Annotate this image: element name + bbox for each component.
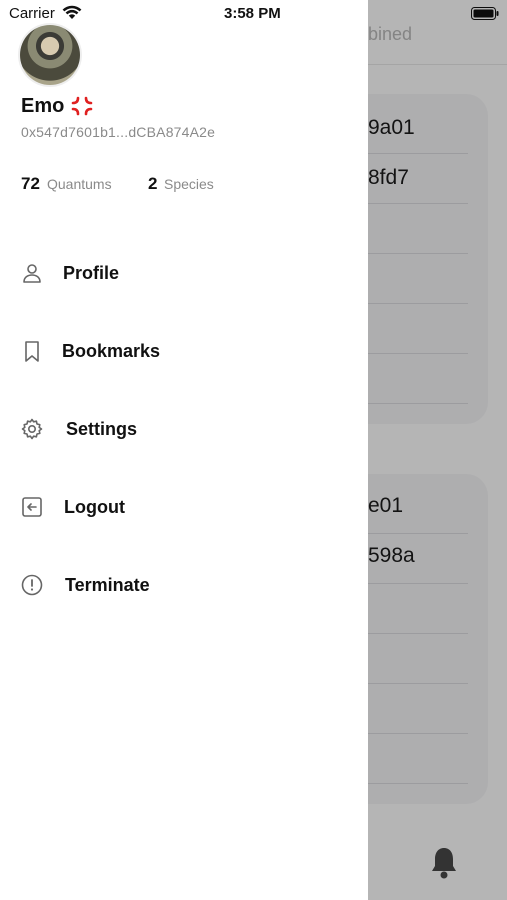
anger-symbol-icon <box>71 96 93 116</box>
gear-icon <box>21 418 43 440</box>
stat-species-label: Species <box>164 176 214 192</box>
stat-species-value: 2 <box>148 174 158 193</box>
menu-item-terminate[interactable]: Terminate <box>0 560 368 610</box>
wifi-icon <box>62 5 82 19</box>
menu-label-logout: Logout <box>64 497 125 517</box>
menu-item-settings[interactable]: Settings <box>0 404 368 454</box>
person-icon <box>23 264 41 283</box>
user-name: Emo <box>21 95 65 117</box>
status-carrier: Carrier <box>9 5 55 22</box>
menu-label-settings: Settings <box>66 419 138 439</box>
avatar[interactable] <box>20 25 80 85</box>
menu-item-logout[interactable]: Logout <box>0 482 368 532</box>
alert-circle-icon <box>21 574 43 596</box>
menu-label-terminate: Terminate <box>65 575 150 595</box>
wallet-address: 0x547d7601b1...dCBA874A2e <box>21 124 216 140</box>
drawer-scrim[interactable] <box>368 0 507 900</box>
status-time: 3:58 PM <box>224 5 281 22</box>
side-drawer: Carrier 3:58 PM Emo 0x547d7601b1...dCBA8… <box>0 0 368 900</box>
menu-item-bookmarks[interactable]: Bookmarks <box>0 326 368 376</box>
stat-quantums-label: Quantums <box>47 176 112 192</box>
stat-quantums-value: 72 <box>21 174 40 193</box>
menu-label-bookmarks: Bookmarks <box>62 341 161 361</box>
menu-item-profile[interactable]: Profile <box>0 248 368 298</box>
logout-icon <box>22 497 42 517</box>
menu-label-profile: Profile <box>63 263 120 283</box>
bookmark-icon <box>25 341 39 362</box>
